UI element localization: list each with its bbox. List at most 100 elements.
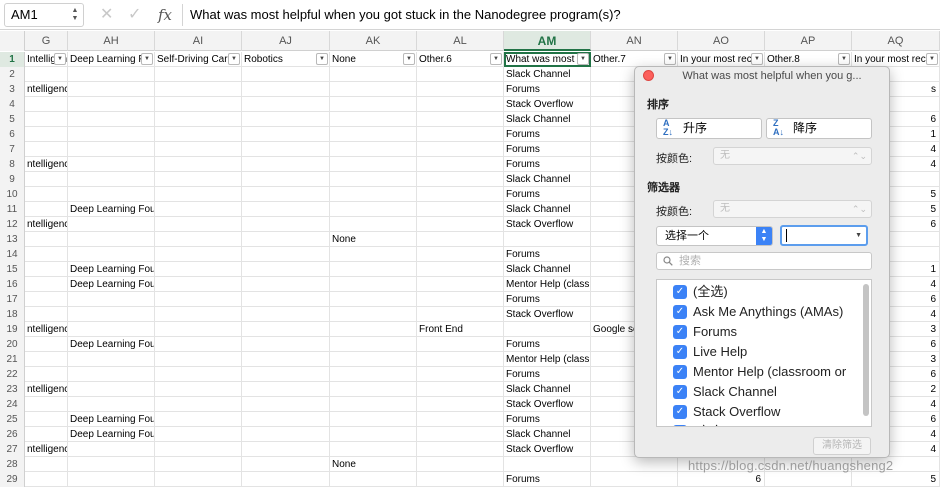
filter-list-item[interactable]: ✓ (空白): [673, 423, 863, 426]
cell[interactable]: [155, 232, 242, 247]
filter-list-item[interactable]: ✓ Mentor Help (classroom or: [673, 363, 863, 381]
cell[interactable]: Mentor Help (classroom or 1:: [504, 277, 591, 292]
cell[interactable]: [417, 67, 504, 82]
cell[interactable]: [242, 307, 330, 322]
cell[interactable]: [68, 442, 155, 457]
cell[interactable]: [330, 427, 417, 442]
checkbox-icon[interactable]: ✓: [673, 385, 687, 399]
cell[interactable]: [330, 157, 417, 172]
cell[interactable]: [242, 172, 330, 187]
cell[interactable]: [68, 142, 155, 157]
cell[interactable]: [330, 217, 417, 232]
row-number[interactable]: 5: [0, 112, 25, 127]
filter-dropdown-icon[interactable]: ▼: [141, 53, 153, 65]
cell[interactable]: [242, 127, 330, 142]
cell[interactable]: 5: [852, 472, 940, 487]
cell[interactable]: [68, 112, 155, 127]
cell[interactable]: Forums: [504, 82, 591, 97]
cell[interactable]: [155, 427, 242, 442]
cell[interactable]: [242, 442, 330, 457]
row-number[interactable]: 8: [0, 157, 25, 172]
row-number[interactable]: 14: [0, 247, 25, 262]
row-number[interactable]: 10: [0, 187, 25, 202]
cell[interactable]: [68, 397, 155, 412]
name-box-stepper-icon[interactable]: ▲ ▼: [71, 7, 79, 23]
cell[interactable]: [591, 457, 678, 472]
cell[interactable]: [417, 142, 504, 157]
cell[interactable]: [68, 382, 155, 397]
cell[interactable]: [417, 457, 504, 472]
cell[interactable]: [417, 172, 504, 187]
cell[interactable]: [417, 277, 504, 292]
cell[interactable]: Forums: [504, 247, 591, 262]
cell[interactable]: [417, 352, 504, 367]
row-number[interactable]: 4: [0, 97, 25, 112]
cell[interactable]: [155, 262, 242, 277]
cell[interactable]: [242, 457, 330, 472]
column-header-an[interactable]: AN: [591, 31, 678, 51]
row-number[interactable]: 22: [0, 367, 25, 382]
cell[interactable]: [417, 367, 504, 382]
cell[interactable]: [242, 472, 330, 487]
column-header-ao[interactable]: AO: [678, 31, 765, 51]
cell[interactable]: Deep Learning Foundations: [68, 277, 155, 292]
cell[interactable]: [155, 337, 242, 352]
cell[interactable]: [155, 382, 242, 397]
cell[interactable]: [155, 457, 242, 472]
cell[interactable]: [242, 382, 330, 397]
filter-dropdown-icon[interactable]: ▼: [926, 53, 938, 65]
cell[interactable]: [155, 412, 242, 427]
cell[interactable]: [242, 292, 330, 307]
cell[interactable]: [417, 112, 504, 127]
cell[interactable]: Stack Overflow: [504, 307, 591, 322]
cell[interactable]: Deep Learning Foundations: [68, 427, 155, 442]
cell[interactable]: ntelligence: [25, 157, 68, 172]
cell[interactable]: [242, 337, 330, 352]
cell[interactable]: [330, 127, 417, 142]
cell[interactable]: [417, 382, 504, 397]
cell[interactable]: [242, 187, 330, 202]
cell[interactable]: [242, 277, 330, 292]
cell[interactable]: [155, 397, 242, 412]
cell[interactable]: [25, 142, 68, 157]
cell[interactable]: [417, 157, 504, 172]
cell[interactable]: [155, 322, 242, 337]
cell[interactable]: [242, 82, 330, 97]
cell[interactable]: Forums: [504, 142, 591, 157]
cell[interactable]: ntelligence: [25, 82, 68, 97]
cell[interactable]: [417, 187, 504, 202]
cell[interactable]: [242, 352, 330, 367]
cell[interactable]: [242, 232, 330, 247]
cell[interactable]: Deep Learning Foundations: [68, 412, 155, 427]
row-number[interactable]: 15: [0, 262, 25, 277]
cell[interactable]: [25, 472, 68, 487]
column-header-aq[interactable]: AQ: [852, 31, 940, 51]
cell[interactable]: [68, 247, 155, 262]
cell[interactable]: [330, 352, 417, 367]
cell[interactable]: Forums: [504, 127, 591, 142]
cell[interactable]: [242, 412, 330, 427]
cell[interactable]: [25, 202, 68, 217]
row-number[interactable]: 6: [0, 127, 25, 142]
row-number[interactable]: 25: [0, 412, 25, 427]
cell[interactable]: [417, 262, 504, 277]
column-header-ai[interactable]: AI: [155, 31, 242, 51]
row-number[interactable]: 29: [0, 472, 25, 487]
filter-list-item[interactable]: ✓ Stack Overflow: [673, 403, 863, 421]
cell[interactable]: [25, 412, 68, 427]
cell[interactable]: [330, 397, 417, 412]
filter-list-item[interactable]: ✓ Ask Me Anythings (AMAs): [673, 303, 863, 321]
sort-descending-button[interactable]: Z A↓ 降序: [766, 118, 872, 139]
cell[interactable]: [242, 427, 330, 442]
cell[interactable]: [68, 232, 155, 247]
cell[interactable]: [330, 247, 417, 262]
cell[interactable]: [330, 112, 417, 127]
cell[interactable]: Forums: [504, 412, 591, 427]
cell[interactable]: [68, 322, 155, 337]
filter-dropdown-icon[interactable]: ▼: [403, 53, 415, 65]
cell[interactable]: [155, 367, 242, 382]
cell[interactable]: [330, 187, 417, 202]
cell[interactable]: 6: [678, 472, 765, 487]
cell[interactable]: [155, 217, 242, 232]
cell[interactable]: [417, 442, 504, 457]
